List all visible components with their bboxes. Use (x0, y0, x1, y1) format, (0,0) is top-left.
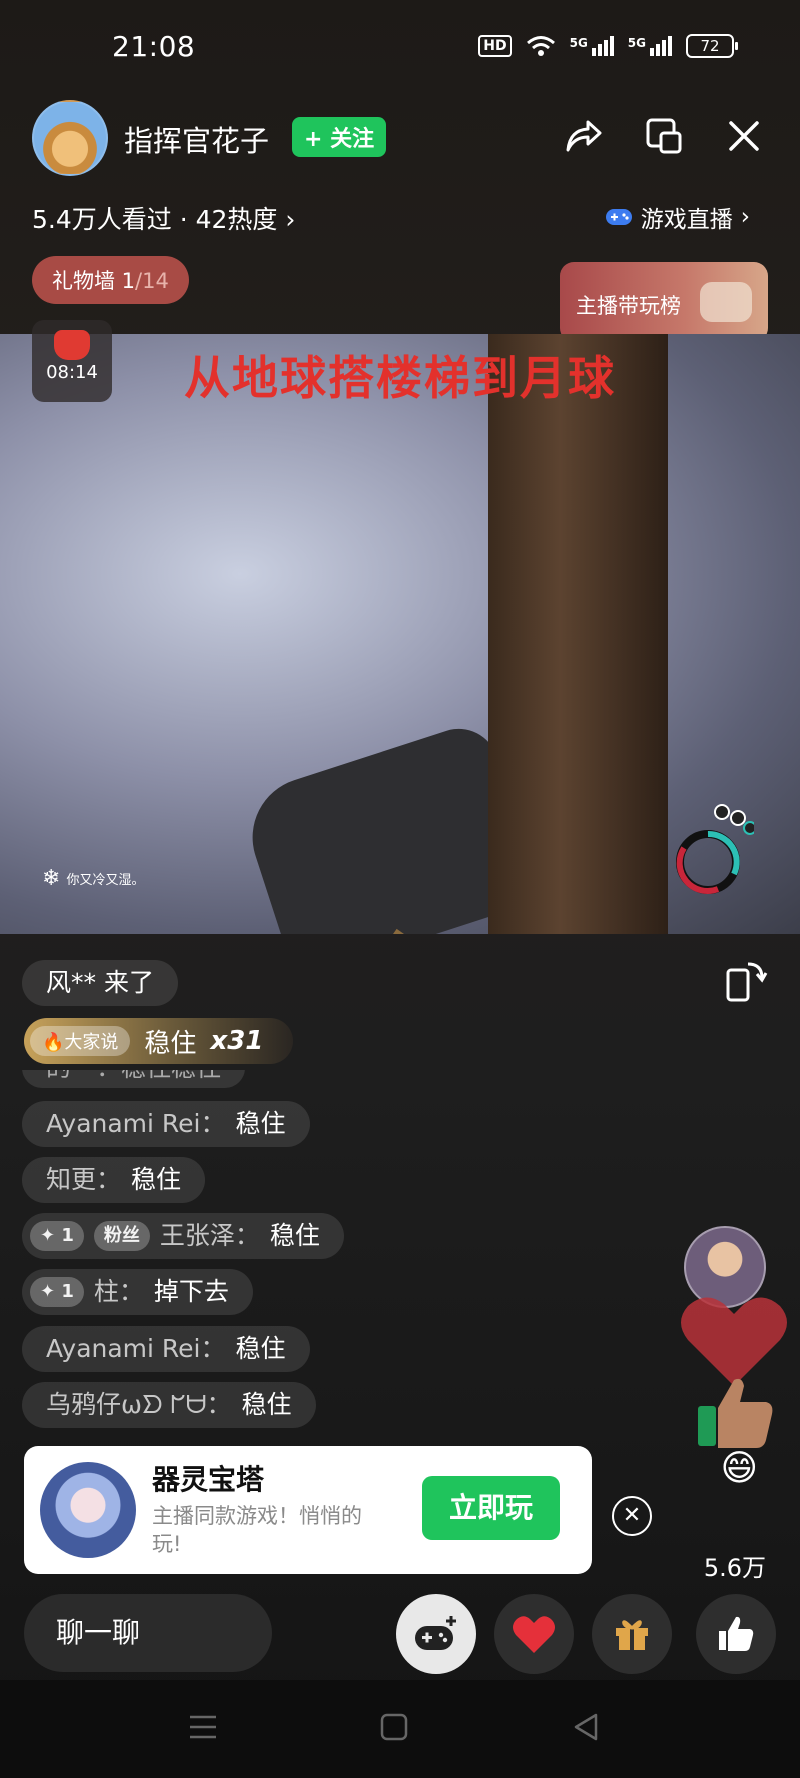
hd-icon: HD (478, 35, 512, 57)
game-live-link[interactable]: 游戏直播 › (605, 200, 750, 234)
gift-icon (616, 1620, 648, 1650)
game-desc: 主播同款游戏！悄悄的玩! (152, 1504, 362, 1556)
level-badge: ✦ 1 (30, 1221, 84, 1251)
chevron-right-icon: › (740, 204, 750, 230)
chat-text: 稳住 (269, 1221, 320, 1250)
chat-input[interactable]: 聊一聊 (24, 1594, 272, 1672)
chat-text: 稳住 (235, 1334, 286, 1363)
join-message: 风** 来了 (22, 960, 178, 1006)
game-name: 器灵宝塔 (152, 1463, 265, 1496)
level-badge: ✦ 1 (30, 1277, 84, 1307)
menu-icon[interactable] (188, 1712, 218, 1742)
chat-text: 稳住 (241, 1390, 292, 1419)
like-count: 5.6万 (703, 1554, 766, 1582)
everyone-says-banner: 🔥大家说 稳住 x31 (24, 1018, 294, 1064)
live-video[interactable]: 从地球搭楼梯到月球 ❄ 你又冷又湿。 (0, 334, 800, 934)
chat-username[interactable]: Ayanami Rei： (46, 1326, 226, 1372)
video-status: ❄ 你又冷又湿。 (42, 866, 144, 891)
mini-window-icon[interactable] (640, 112, 688, 160)
share-icon[interactable] (560, 112, 608, 160)
chat-username[interactable]: 知更： (46, 1157, 121, 1203)
chat-text: 掉下去 (153, 1277, 229, 1306)
rotate-screen-icon[interactable] (724, 958, 768, 1006)
gift-wall-button[interactable]: 礼物墙 1/14 (32, 256, 189, 304)
gamepad-plus-icon (415, 1616, 456, 1650)
everyone-says-tag-label: 大家说 (64, 1032, 119, 1053)
gamepad-icon (700, 282, 752, 322)
signal-icon-1: 5G (570, 36, 614, 56)
gift-button[interactable] (592, 1594, 672, 1674)
chat-username[interactable]: 柱： (94, 1269, 144, 1315)
streamer-avatar[interactable] (32, 100, 108, 176)
chat-text: 稳住 (131, 1165, 182, 1194)
status-time: 21:08 (112, 30, 196, 63)
video-status-text: 你又冷又湿。 (66, 873, 145, 888)
fire-icon: 🔥 (42, 1032, 65, 1053)
close-icon[interactable] (720, 112, 768, 160)
play-now-button[interactable]: 立即玩 (422, 1476, 560, 1540)
chat-message: Ayanami Rei： 稳住 (22, 1101, 310, 1147)
chat-username[interactable]: Ayanami Rei： (46, 1101, 226, 1147)
status-icons: HD 5G 5G 72 (478, 34, 738, 58)
thumbs-up-icon (698, 1378, 773, 1448)
everyone-says-text: 稳住 (144, 1028, 197, 1059)
fan-badge: 粉丝 (93, 1221, 150, 1251)
back-icon[interactable] (572, 1712, 600, 1742)
home-icon[interactable] (380, 1712, 408, 1742)
chat-message: ✦ 1 粉丝 王张泽： 稳住 (22, 1213, 344, 1259)
viewer-stats[interactable]: 5.4万人看过 · 42热度 › (32, 200, 295, 236)
stamina-ring-icon (676, 804, 754, 894)
game-promo-card[interactable]: 器灵宝塔 主播同款游戏！悄悄的玩! 立即玩 (24, 1446, 592, 1574)
chat-username[interactable]: 王张泽： (160, 1213, 260, 1259)
gift-wall-label: 礼物墙 1 (52, 269, 136, 293)
battery-icon: 72 (686, 34, 738, 58)
signal-icon-2: 5G (628, 36, 672, 56)
red-packet-timer: 08:14 (46, 362, 98, 383)
red-packet-icon (54, 330, 90, 360)
snowflake-icon: ❄ (42, 866, 61, 891)
chat-message: ✦ 1 柱： 掉下去 (22, 1269, 253, 1315)
heart-button[interactable] (494, 1594, 574, 1674)
chat-text: 稳住 (235, 1109, 286, 1138)
join-message-text: 风** 来了 (46, 968, 154, 997)
chat-username[interactable]: 乌鸦仔ωᗤ ᖸᗨ： (46, 1382, 232, 1428)
follow-button[interactable]: + 关注 (292, 117, 387, 157)
wifi-icon (526, 36, 555, 56)
red-packet-button[interactable]: 08:14 (32, 320, 112, 402)
thumbs-up-icon (719, 1616, 754, 1651)
everyone-says-tag: 🔥大家说 (30, 1026, 131, 1056)
chat-message: Ayanami Rei： 稳住 (22, 1326, 310, 1372)
streamer-rank-card[interactable]: 主播带玩榜 (560, 262, 768, 342)
game-live-label: 游戏直播 (640, 207, 733, 233)
game-icon (40, 1462, 136, 1558)
chat-message: 乌鸦仔ωᗤ ᖸᗨ： 稳住 (22, 1382, 316, 1428)
chat-message: 知更： 稳住 (22, 1157, 206, 1203)
heart-icon (513, 1616, 555, 1653)
video-overlay-title: 从地球搭楼梯到月球 (184, 351, 616, 405)
rank-label: 主播带玩榜 (576, 294, 681, 318)
streamer-name[interactable]: 指挥官花子 (124, 118, 269, 160)
laughing-emoji-icon: 😄 (720, 1448, 758, 1489)
video-tree-trunk (488, 334, 668, 934)
gamepad-icon (605, 209, 632, 225)
game-controller-button[interactable] (396, 1594, 476, 1674)
like-button[interactable] (696, 1594, 776, 1674)
close-card-icon[interactable]: ✕ (612, 1496, 652, 1536)
gift-wall-total: /14 (135, 269, 169, 293)
everyone-says-count: x31 (210, 1026, 264, 1056)
